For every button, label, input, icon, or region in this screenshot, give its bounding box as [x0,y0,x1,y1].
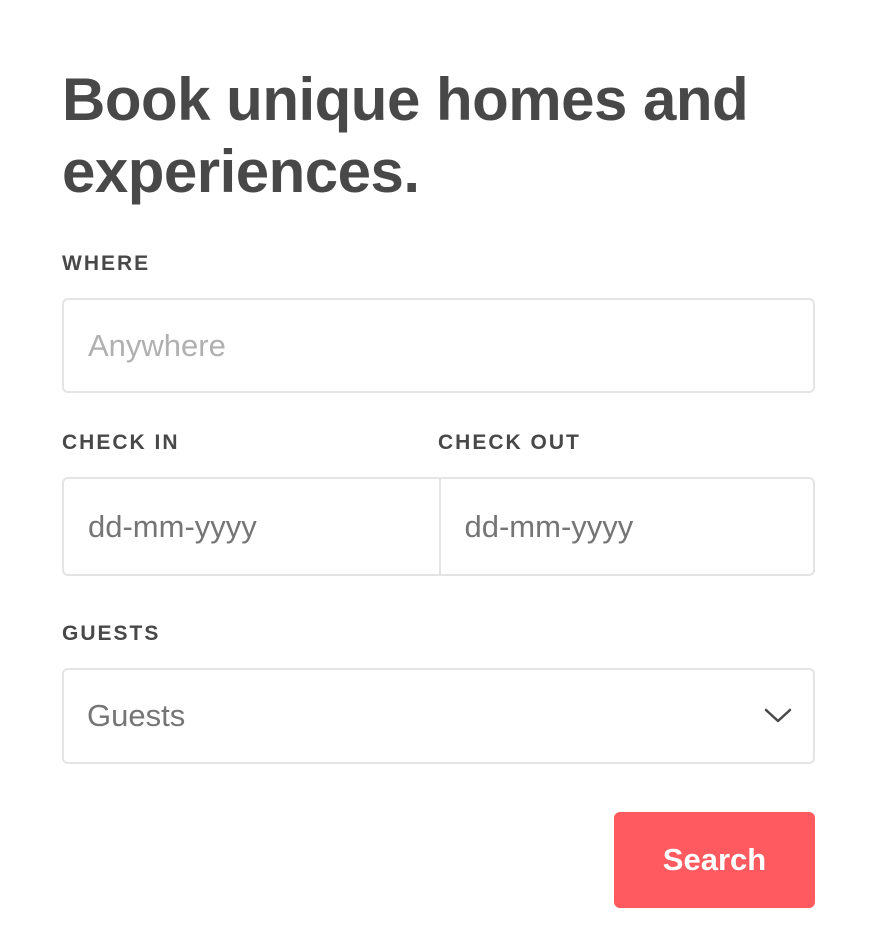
check-out-label: CHECK OUT [438,431,581,454]
date-range-field: dd-mm-yyyy dd-mm-yyyy [62,477,815,576]
dates-labels: CHECK IN CHECK OUT [62,431,815,455]
chevron-down-icon [763,706,793,726]
check-in-input[interactable]: dd-mm-yyyy [64,479,439,574]
booking-form: Book unique homes and experiences. WHERE… [0,0,876,950]
guests-label: GUESTS [62,622,161,645]
page-title: Book unique homes and experiences. [62,66,749,205]
where-label: WHERE [62,252,151,275]
form-actions: Search [62,812,815,908]
guests-select[interactable]: Guests [62,668,815,764]
check-in-label: CHECK IN [62,431,180,454]
check-in-placeholder: dd-mm-yyyy [88,508,257,544]
check-out-input[interactable]: dd-mm-yyyy [438,479,814,574]
guests-selected-value: Guests [87,698,186,733]
where-placeholder: Anywhere [88,327,226,363]
check-out-placeholder: dd-mm-yyyy [464,508,634,544]
where-input[interactable]: Anywhere [62,298,815,393]
search-button[interactable]: Search [614,812,815,908]
